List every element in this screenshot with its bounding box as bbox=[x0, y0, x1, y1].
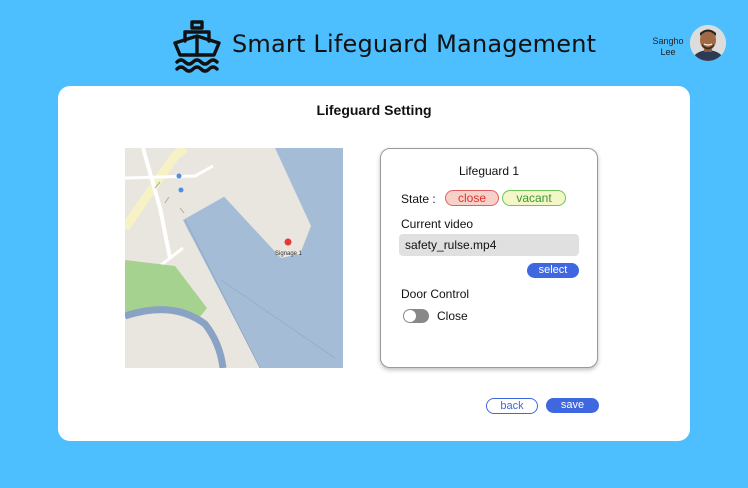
lifeguard-panel: Lifeguard 1 State : close vacant Current… bbox=[380, 148, 598, 368]
user-name[interactable]: Sangho Lee bbox=[646, 36, 690, 58]
ship-icon bbox=[173, 20, 221, 73]
avatar[interactable] bbox=[690, 25, 726, 61]
state-vacant-badge[interactable]: vacant bbox=[502, 190, 566, 206]
map-canvas bbox=[125, 148, 343, 368]
map-view[interactable]: Signage 1 bbox=[125, 148, 343, 368]
back-button[interactable]: back bbox=[486, 398, 538, 414]
door-state-label: Close bbox=[437, 309, 468, 323]
door-toggle[interactable] bbox=[403, 309, 429, 323]
user-avatar-icon bbox=[690, 25, 726, 61]
user-last-name: Lee bbox=[660, 47, 676, 57]
save-button[interactable]: save bbox=[546, 398, 599, 413]
current-video-label: Current video bbox=[401, 217, 474, 231]
panel-title: Lifeguard 1 bbox=[458, 164, 520, 178]
toggle-knob bbox=[404, 310, 416, 322]
door-control-label: Door Control bbox=[401, 287, 470, 301]
page-title: Lifeguard Setting bbox=[316, 102, 432, 118]
map-marker[interactable] bbox=[284, 238, 292, 246]
map-marker-label: Signage 1 bbox=[275, 251, 303, 257]
user-first-name: Sangho bbox=[652, 36, 684, 46]
state-label: State : bbox=[401, 192, 436, 206]
state-close-badge[interactable]: close bbox=[445, 190, 499, 206]
settings-card: Lifeguard Setting Signage 1 Lifeguard 1 … bbox=[58, 86, 690, 441]
current-video-field[interactable]: safety_rulse.mp4 bbox=[399, 234, 579, 256]
app-title: Smart Lifeguard Management bbox=[232, 30, 597, 58]
select-button[interactable]: select bbox=[527, 263, 579, 278]
